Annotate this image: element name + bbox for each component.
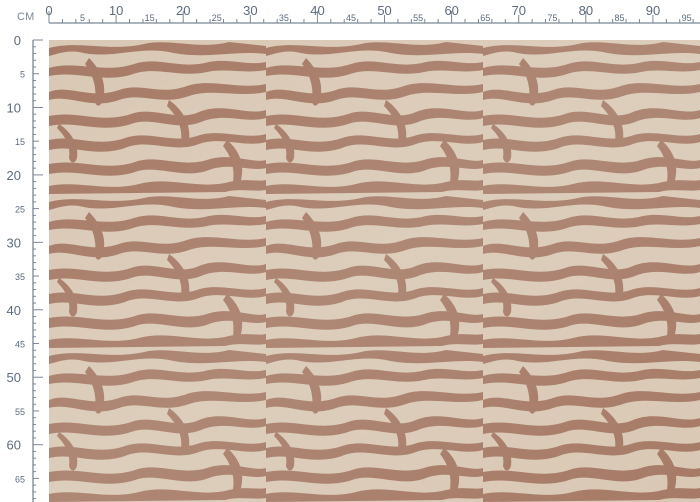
left-ruler-label: 40 <box>7 303 21 318</box>
top-ruler-label: 85 <box>614 13 624 23</box>
top-ruler-label: 55 <box>413 13 423 23</box>
left-ruler-label: 45 <box>15 340 25 350</box>
top-ruler-label: 40 <box>310 3 324 18</box>
left-ruler-label: 5 <box>20 70 25 80</box>
top-ruler-label: 20 <box>176 3 190 18</box>
left-ruler-label: 10 <box>7 100 21 115</box>
left-ruler-label: 60 <box>7 438 21 453</box>
zebra-pattern <box>49 40 700 502</box>
fabric-swatch <box>49 40 700 502</box>
top-ruler-label: 70 <box>512 3 526 18</box>
top-ruler-label: 65 <box>480 13 490 23</box>
left-ruler-label: 30 <box>7 235 21 250</box>
left-ruler-label: 65 <box>15 474 25 484</box>
left-ruler-label: 20 <box>7 168 21 183</box>
top-ruler-label: 80 <box>579 3 593 18</box>
top-ruler-label: 30 <box>243 3 257 18</box>
top-ruler-label: 25 <box>212 13 222 23</box>
top-ruler-label: 50 <box>377 3 391 18</box>
left-ruler-label: 25 <box>15 205 25 215</box>
top-ruler-label: 35 <box>279 13 289 23</box>
left-ruler-label: 0 <box>14 33 21 48</box>
left-ruler-label: 15 <box>15 137 25 147</box>
top-ruler-label: 45 <box>346 13 356 23</box>
left-ruler-label: 50 <box>7 370 21 385</box>
top-ruler-label: 15 <box>145 13 155 23</box>
top-ruler-label: 95 <box>682 13 692 23</box>
top-ruler-label: 90 <box>646 3 660 18</box>
top-ruler-label: 60 <box>444 3 458 18</box>
top-ruler: 0 5 10 15 20 25 30 35 40 45 50 55 60 65 70 75 80 85 90 95 <box>45 3 700 24</box>
top-ruler-label: 10 <box>109 3 123 18</box>
top-ruler-label: 5 <box>80 13 85 23</box>
left-ruler-label: 35 <box>15 272 25 282</box>
left-ruler-label: 55 <box>15 407 25 417</box>
left-ruler: 0 5 10 15 20 25 30 35 40 45 50 55 60 65 <box>7 33 43 502</box>
top-ruler-label: 75 <box>547 13 557 23</box>
